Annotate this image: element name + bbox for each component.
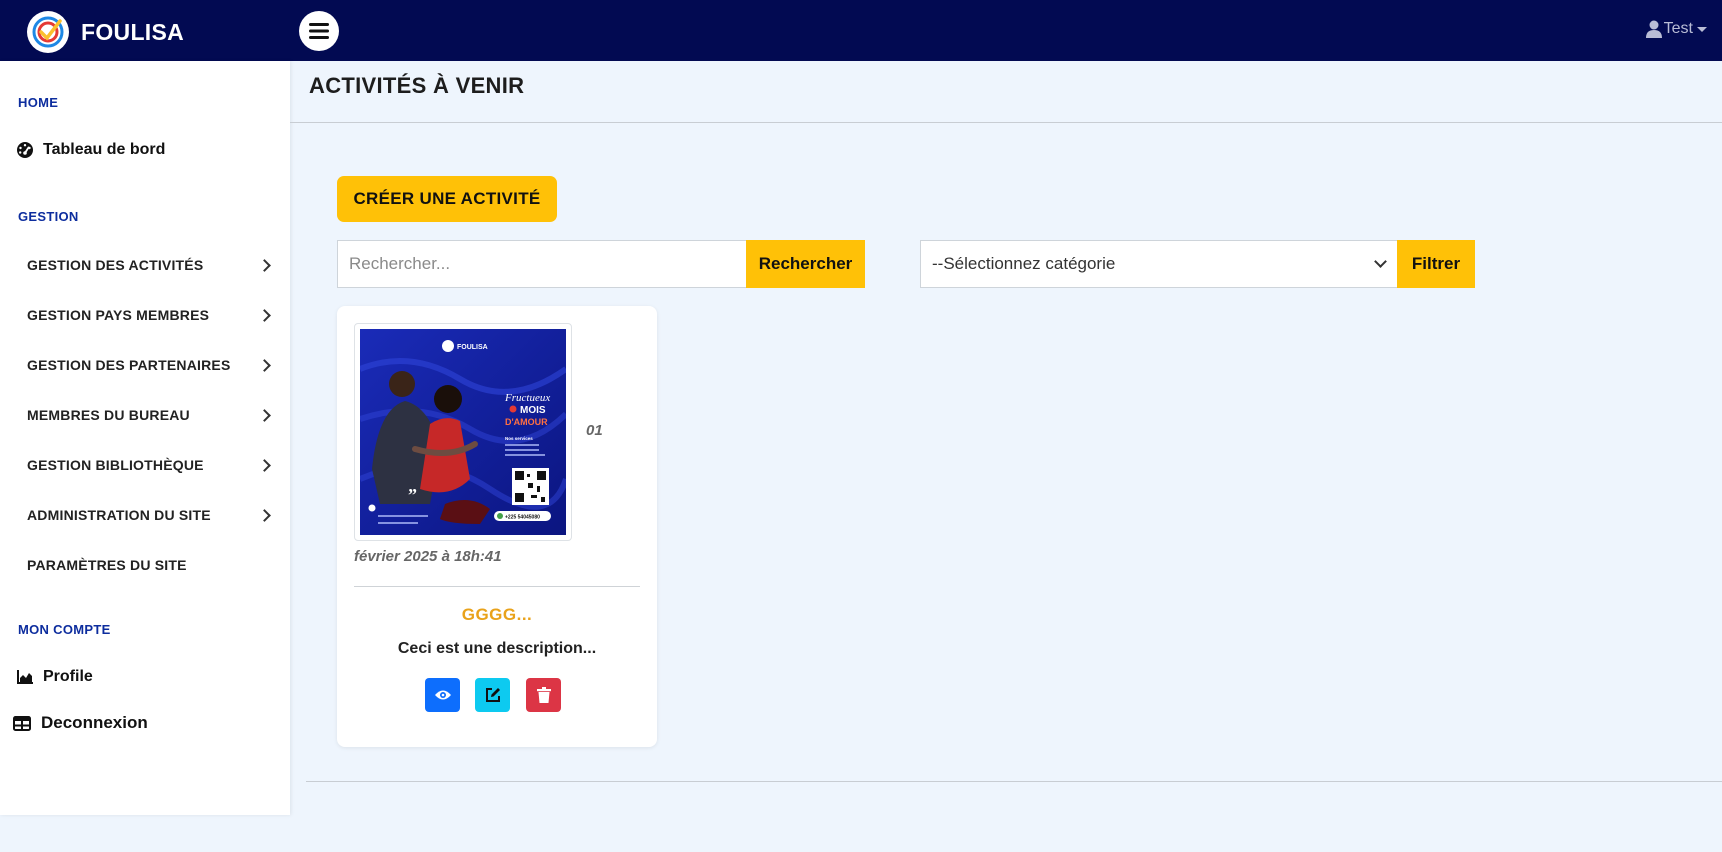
activity-poster-image: FOULISA Fructueux MOIS D'AMOUR Nos servi…: [358, 329, 569, 535]
filter-button[interactable]: Filtrer: [1397, 240, 1475, 288]
activity-card: FOULISA Fructueux MOIS D'AMOUR Nos servi…: [337, 306, 657, 747]
divider: [306, 781, 1722, 782]
area-chart-icon: [17, 670, 33, 684]
delete-button[interactable]: [526, 678, 561, 712]
search-button[interactable]: Rechercher: [746, 240, 865, 288]
sidebar-item-label: GESTION PAYS MEMBRES: [27, 307, 210, 323]
trash-icon: [536, 687, 551, 703]
category-select[interactable]: --Sélectionnez catégorie: [920, 240, 1398, 288]
sidebar-item-dashboard[interactable]: Tableau de bord: [17, 141, 165, 159]
sidebar-item-site-admin[interactable]: ADMINISTRATION DU SITE: [27, 507, 273, 523]
sidebar-item-label: Deconnexion: [41, 713, 148, 732]
user-name: Test: [1663, 20, 1693, 37]
sidebar-item-label: GESTION DES ACTIVITÉS: [27, 257, 204, 273]
poster-headline-2: MOIS: [520, 405, 546, 416]
sidebar-item-member-countries[interactable]: GESTION PAYS MEMBRES: [27, 307, 273, 323]
sidebar-item-label: GESTION BIBLIOTHÈQUE: [27, 457, 204, 473]
view-button[interactable]: [425, 678, 460, 712]
section-title-gestion: GESTION: [18, 209, 79, 224]
activity-description: Ceci est une description...: [397, 640, 597, 657]
activity-date: février 2025 à 18h:41: [354, 548, 502, 565]
sidebar-item-site-settings[interactable]: PARAMÈTRES DU SITE: [27, 557, 273, 573]
chevron-down-icon: [1697, 26, 1707, 32]
chevron-right-icon: [258, 358, 271, 372]
section-title-account: MON COMPTE: [18, 622, 111, 637]
activity-date-day: 01: [586, 422, 603, 439]
create-activity-button[interactable]: CRÉER UNE ACTIVITÉ: [337, 176, 557, 222]
sidebar: HOME Tableau de bord GESTION GESTION DES…: [0, 61, 290, 815]
sidebar-item-board-members[interactable]: MEMBRES DU BUREAU: [27, 407, 273, 423]
sidebar-item-library[interactable]: GESTION BIBLIOTHÈQUE: [27, 457, 273, 473]
sidebar-item-label: PARAMÈTRES DU SITE: [27, 557, 187, 573]
menu-toggle-button[interactable]: [299, 11, 339, 51]
sidebar-item-label: Profile: [43, 668, 93, 685]
poster-headline-1: Fructueux: [504, 392, 550, 404]
chevron-right-icon: [258, 408, 271, 422]
eye-icon: [434, 690, 451, 700]
card-divider: [354, 586, 640, 587]
top-navbar: FOULISA Test: [0, 0, 1722, 61]
sidebar-item-label: ADMINISTRATION DU SITE: [27, 507, 211, 523]
brand[interactable]: FOULISA: [27, 11, 184, 53]
table-icon: [13, 715, 31, 731]
section-title-home: HOME: [18, 95, 59, 110]
sidebar-item-profile[interactable]: Profile: [17, 668, 93, 686]
poster-phone: +225 54045080: [505, 515, 540, 521]
activity-title: GGGG...: [461, 605, 533, 624]
sidebar-item-label: Tableau de bord: [43, 141, 166, 158]
chevron-down-icon: [1374, 255, 1387, 268]
edit-icon: [485, 688, 500, 702]
sidebar-item-label: MEMBRES DU BUREAU: [27, 407, 190, 423]
page-title: ACTIVITÉS À VENIR: [309, 73, 525, 98]
divider: [290, 122, 1722, 123]
tachometer-icon: [17, 142, 33, 158]
sidebar-item-logout[interactable]: Deconnexion: [13, 713, 148, 733]
category-select-value: --Sélectionnez catégorie: [932, 254, 1116, 273]
sidebar-item-partners[interactable]: GESTION DES PARTENAIRES: [27, 357, 273, 373]
poster-headline-3: D'AMOUR: [505, 417, 548, 427]
chevron-right-icon: [258, 308, 271, 322]
poster-services-title: Nos services: [505, 436, 533, 441]
poster-brand: FOULISA: [457, 344, 488, 351]
chevron-right-icon: [258, 258, 271, 272]
brand-logo-icon: [27, 11, 69, 53]
user-icon: [1645, 20, 1662, 38]
chevron-right-icon: [258, 508, 271, 522]
search-input[interactable]: [337, 240, 747, 288]
user-menu[interactable]: Test: [1645, 20, 1707, 38]
hamburger-icon: [309, 23, 329, 39]
brand-name: FOULISA: [81, 18, 185, 45]
chevron-right-icon: [258, 458, 271, 472]
sidebar-item-activities[interactable]: GESTION DES ACTIVITÉS: [27, 257, 273, 273]
svg-text:”: ”: [408, 485, 417, 505]
edit-button[interactable]: [475, 678, 510, 712]
sidebar-item-label: GESTION DES PARTENAIRES: [27, 357, 231, 373]
activity-image[interactable]: FOULISA Fructueux MOIS D'AMOUR Nos servi…: [354, 323, 572, 541]
